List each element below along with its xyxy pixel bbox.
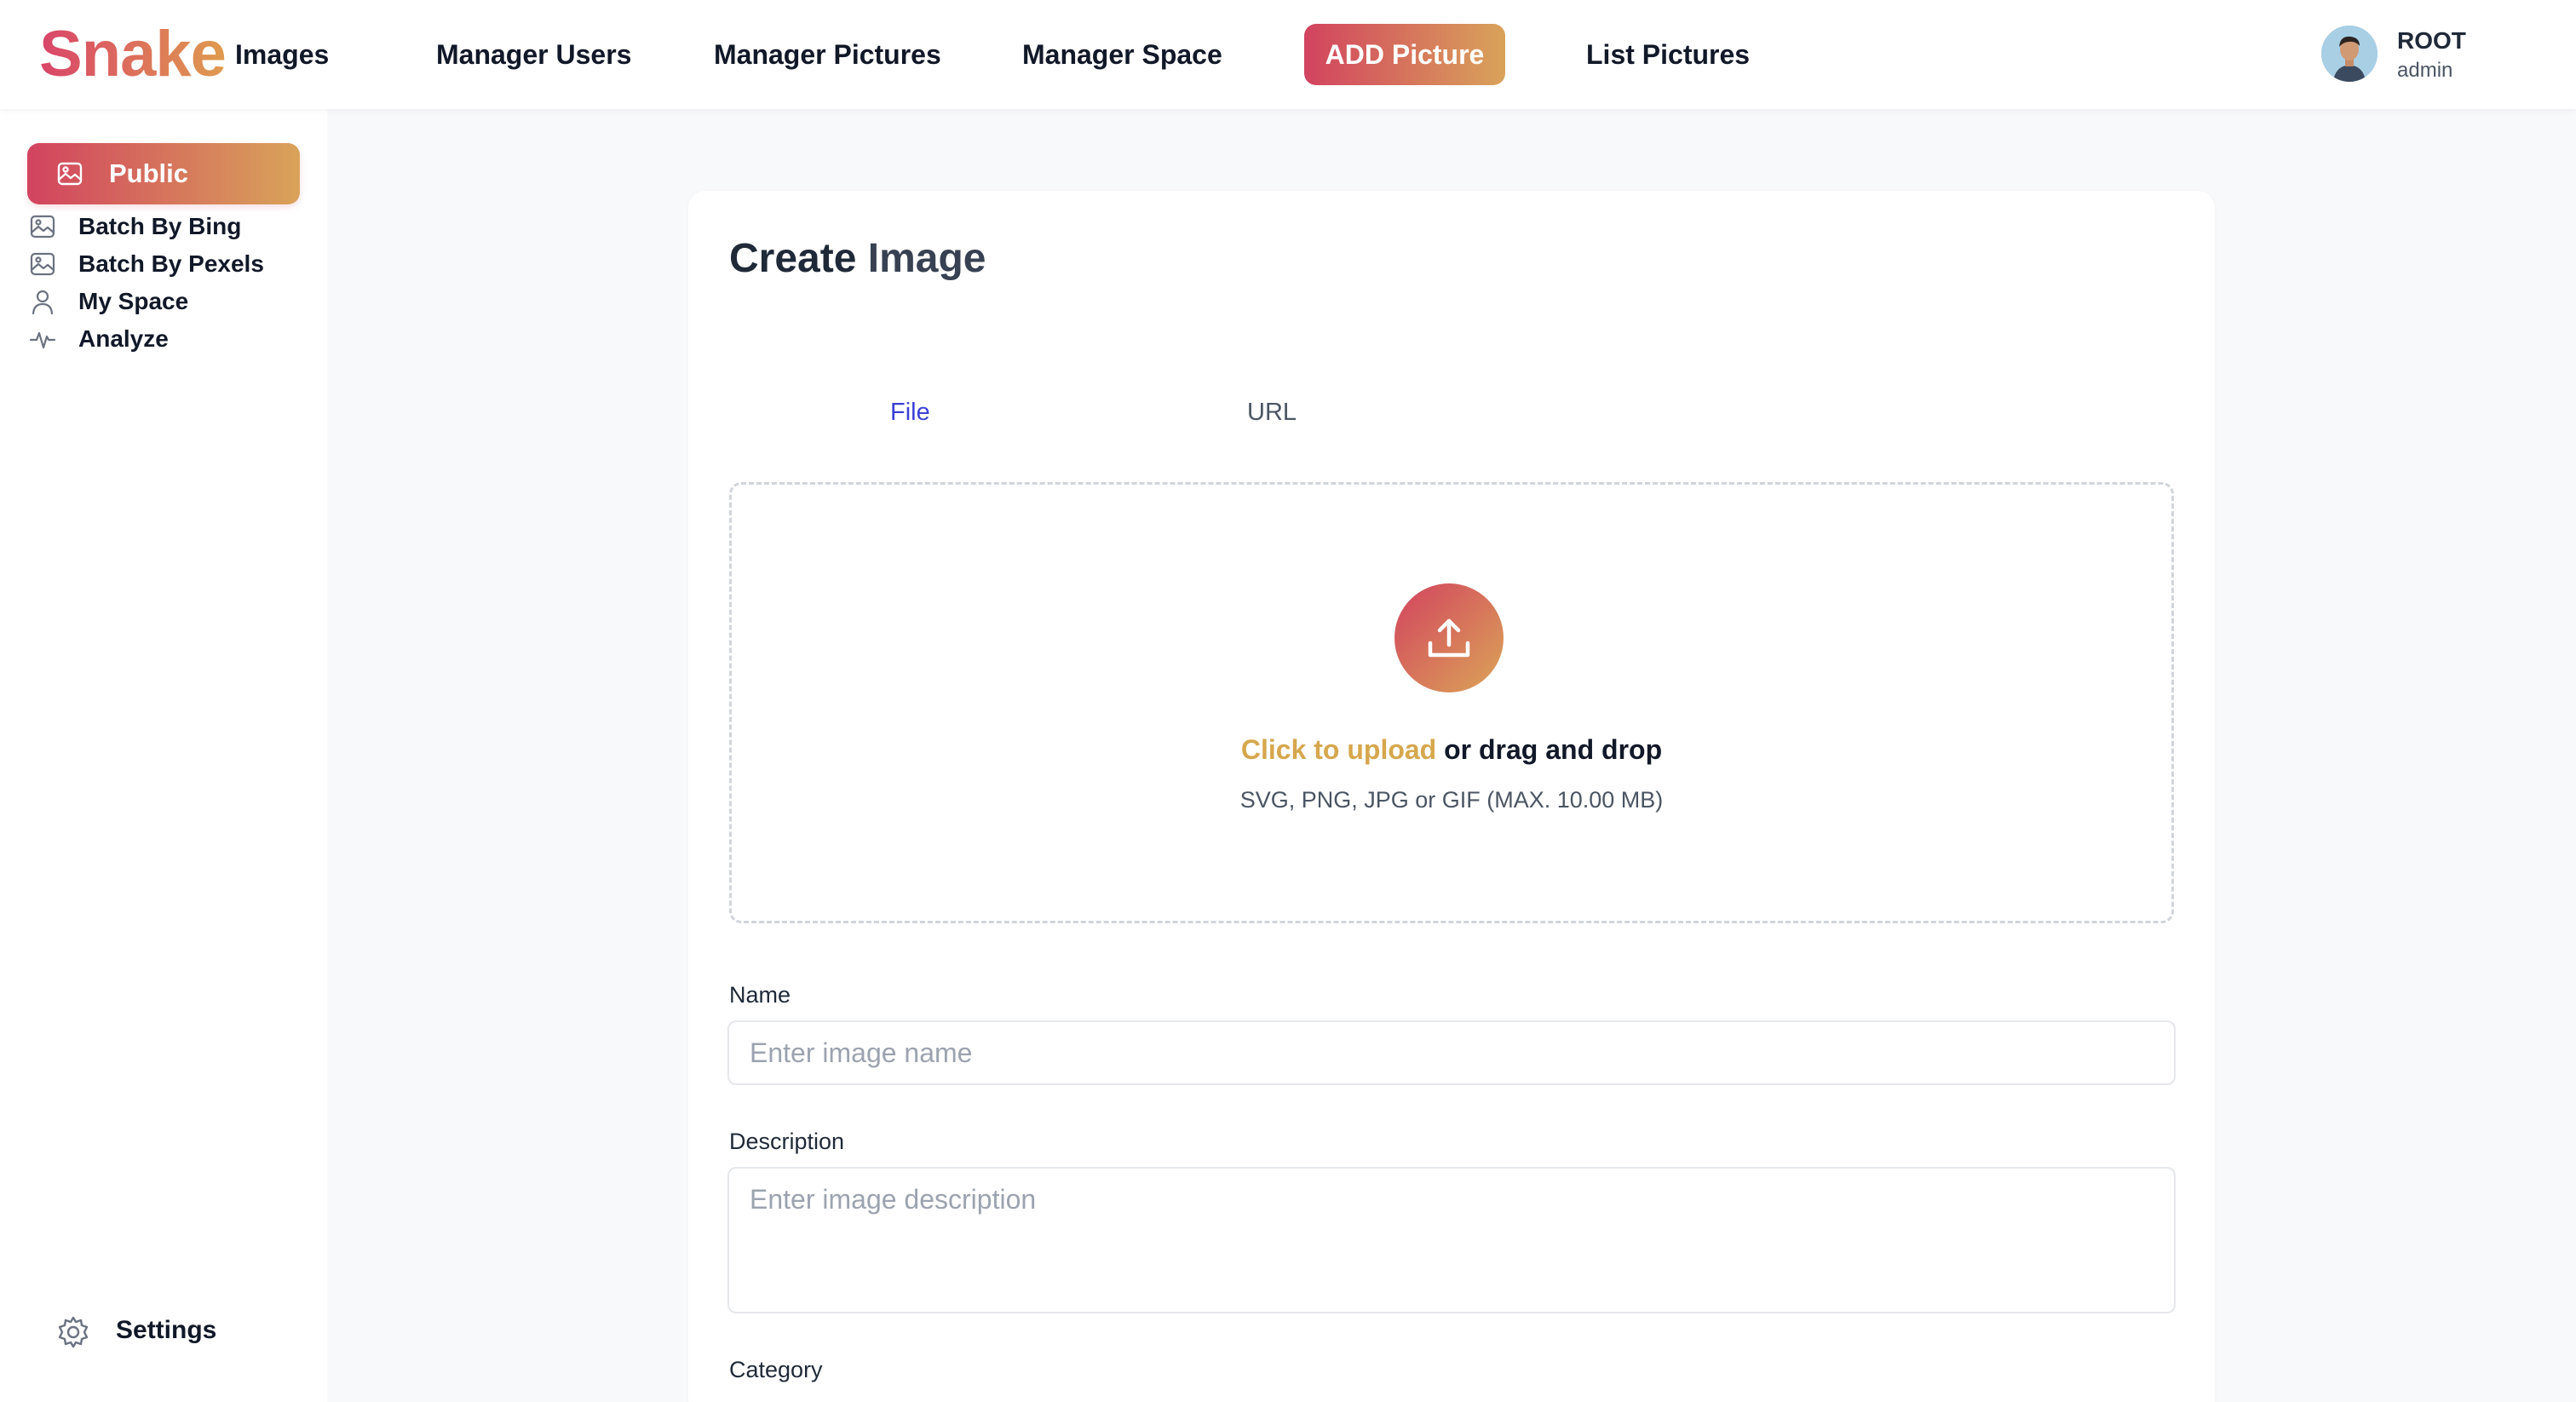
user-name[interactable]: ROOT <box>2397 26 2466 56</box>
title-part-1: Create <box>729 236 857 281</box>
sidebar-item-label: Public <box>109 158 189 188</box>
upload-instruction: Click to upload or drag and drop <box>732 732 2171 767</box>
nav-add-picture[interactable]: ADD Picture <box>1304 24 1505 85</box>
upload-button[interactable] <box>1394 583 1504 692</box>
settings-label: Settings <box>116 1316 217 1344</box>
image-icon <box>56 160 83 187</box>
top-navbar: Snake Images Manager Users Manager Pictu… <box>0 0 2576 109</box>
sidebar-item-public[interactable]: Public <box>27 143 300 204</box>
gear-icon <box>56 1315 90 1349</box>
user-icon <box>29 288 56 315</box>
sidebar-item-batch-bing[interactable]: Batch By Bing <box>27 210 300 244</box>
sidebar-item-label: My Space <box>78 288 189 314</box>
name-input[interactable] <box>727 1020 2176 1085</box>
description-input[interactable] <box>727 1167 2176 1313</box>
sidebar-item-batch-pexels[interactable]: Batch By Pexels <box>27 247 300 281</box>
description-label: Description <box>729 1129 845 1154</box>
drag-drop-text: or drag and drop <box>1444 734 1663 765</box>
image-icon <box>29 250 56 278</box>
sidebar-item-my-space[interactable]: My Space <box>27 284 300 319</box>
sidebar-item-label: Batch By Bing <box>78 213 242 239</box>
page-title: Create Image <box>729 233 986 284</box>
name-label: Name <box>729 982 791 1008</box>
image-icon <box>29 213 56 240</box>
sidebar: Public Batch By Bing Batch By Pexels My … <box>0 109 327 1402</box>
nav-list-pictures[interactable]: List Pictures <box>1586 37 1750 72</box>
upload-hint: SVG, PNG, JPG or GIF (MAX. 10.00 MB) <box>1239 787 1664 813</box>
nav-manager-pictures[interactable]: Manager Pictures <box>714 37 941 72</box>
logo[interactable]: Snake <box>39 19 227 90</box>
logo-subtitle[interactable]: Images <box>235 37 329 72</box>
nav-manager-space[interactable]: Manager Space <box>1022 37 1222 72</box>
category-label: Category <box>729 1357 823 1382</box>
create-image-card: Create Image File URL Click to upload or… <box>688 191 2215 1402</box>
user-role: admin <box>2397 59 2453 82</box>
tab-url[interactable]: URL <box>1247 395 1297 429</box>
nav-manager-users[interactable]: Manager Users <box>436 37 631 72</box>
title-part-2: Image <box>867 236 986 281</box>
avatar[interactable] <box>2321 26 2378 82</box>
sidebar-item-label: Batch By Pexels <box>78 250 264 277</box>
sidebar-item-label: Analyze <box>78 325 169 352</box>
sidebar-item-analyze[interactable]: Analyze <box>27 322 300 356</box>
activity-icon <box>29 325 56 353</box>
upload-dropzone[interactable]: Click to upload or drag and drop SVG, PN… <box>729 482 2174 923</box>
settings-button[interactable]: Settings <box>56 1310 278 1353</box>
click-to-upload-link[interactable]: Click to upload <box>1241 734 1436 765</box>
tab-file[interactable]: File <box>890 395 930 429</box>
